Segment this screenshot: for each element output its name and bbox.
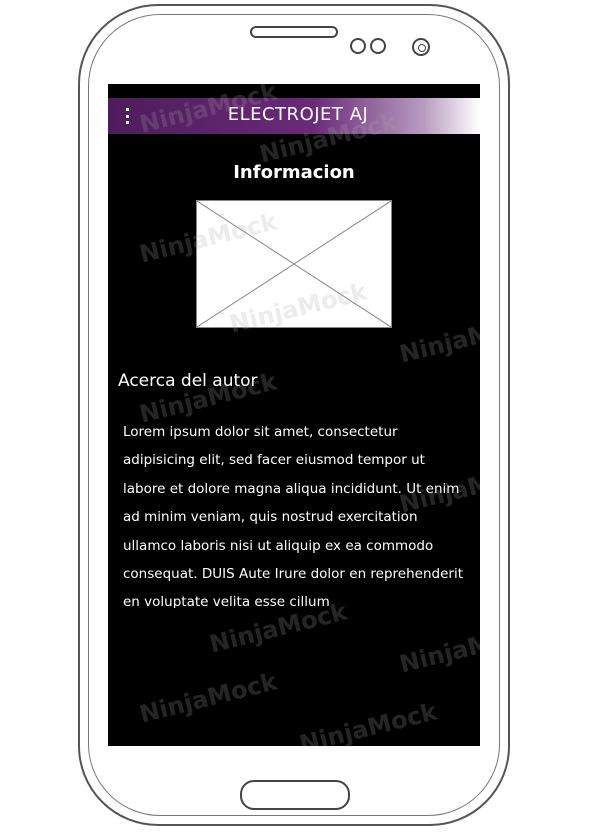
sensor-icon [370, 38, 386, 54]
home-button[interactable] [240, 780, 350, 810]
section-title: Informacion [233, 162, 355, 183]
watermark: NinjaMock [396, 617, 480, 679]
app-screen: ELECTROJET AJ Informacion Acerca del aut… [108, 84, 480, 746]
sensor-icon [350, 38, 366, 54]
watermark: NinjaMock [396, 307, 480, 369]
app-bar: ELECTROJET AJ [108, 98, 480, 134]
speaker-grille [250, 26, 338, 38]
watermark: NinjaMock [296, 697, 440, 746]
more-vert-icon[interactable] [124, 108, 130, 124]
watermark: NinjaMock [136, 667, 280, 729]
about-author-heading: Acerca del autor [118, 371, 258, 391]
image-placeholder-icon [196, 200, 392, 328]
front-camera-icon [412, 38, 430, 56]
app-title: ELECTROJET AJ [227, 104, 369, 125]
about-author-text: Lorem ipsum dolor sit amet, consectetur … [123, 424, 463, 608]
